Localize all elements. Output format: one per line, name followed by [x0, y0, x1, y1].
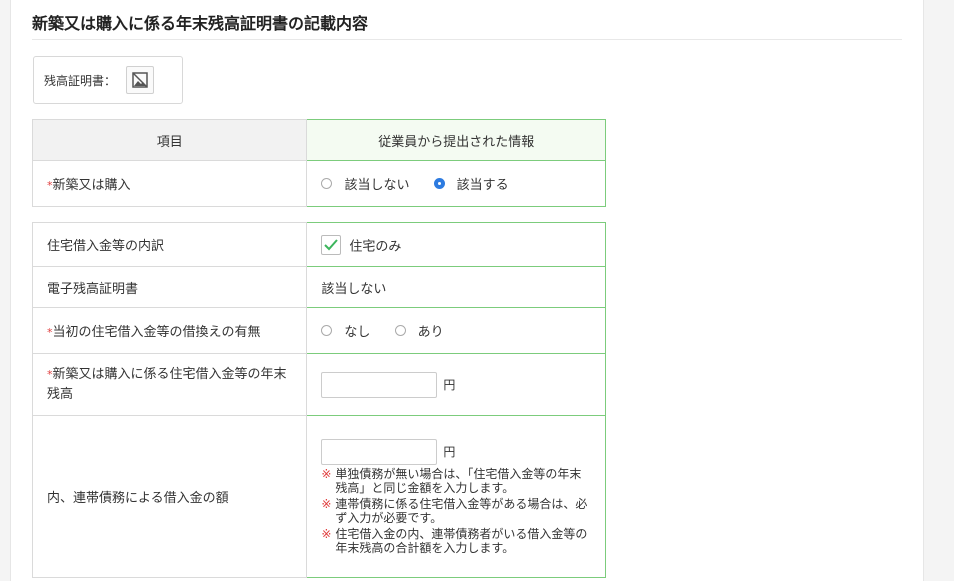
section-title: 新築又は購入に係る年末残高証明書の記載内容	[32, 14, 369, 33]
radio-circle-selected[interactable]	[433, 178, 445, 189]
checkbox-housing-only[interactable]	[321, 234, 342, 255]
header-employee-info: 従業員から提出された情報	[306, 119, 606, 161]
yen-unit: 円	[443, 378, 456, 392]
detail-table: 住宅借入金等の内訳 住宅のみ 電子残高証明書 該当しない *当初の住宅借入金等の…	[31, 222, 606, 578]
image-unavailable-icon[interactable]	[126, 66, 155, 94]
title-divider	[32, 39, 902, 40]
note-1: ※ 単独債務が無い場合は、「住宅借入金等の年末残高」と同じ金額を入力します。	[321, 466, 582, 495]
checkbox-label: 住宅のみ	[349, 239, 402, 254]
breakdown-label: 住宅借入金等の内訳	[31, 222, 308, 267]
year-end-balance-input[interactable]	[321, 371, 438, 398]
refinance-value: なし あり	[306, 307, 606, 354]
radio-circle[interactable]	[394, 325, 406, 336]
joint-debt-value: 円 ※ 単独債務が無い場合は、「住宅借入金等の年末残高」と同じ金額を入力します。 …	[306, 415, 606, 578]
electronic-cert-value: 該当しない	[306, 266, 606, 308]
row-new-or-purchase-label: *新築又は購入	[31, 160, 308, 207]
year-end-balance-value: 円	[306, 353, 606, 416]
radio-circle[interactable]	[321, 325, 333, 336]
row-new-or-purchase-value: 該当しない 該当する	[306, 160, 606, 207]
note-2: ※ 連帯債務に係る住宅借入金等がある場合は、必ず入力が必要です。	[321, 496, 588, 525]
refinance-label: *当初の住宅借入金等の借換えの有無	[31, 307, 308, 354]
radio-not-applicable[interactable]: 該当しない	[321, 174, 409, 193]
radio-none[interactable]: なし	[321, 321, 370, 340]
radio-circle[interactable]	[321, 178, 333, 189]
note-3: ※ 住宅借入金の内、連帯債務者がいる借入金等の年末残高の合計額を入力します。	[321, 526, 588, 555]
certificate-box: 残高証明書：	[33, 56, 183, 104]
checkmark-icon	[324, 238, 339, 250]
radio-yes[interactable]: あり	[394, 321, 444, 340]
status-table: 項目 従業員から提出された情報 *新築又は購入 該当しない 該当する	[31, 119, 606, 207]
year-end-balance-label: *新築又は購入に係る住宅借入金等の年末残高	[31, 353, 308, 416]
main-panel: 新築又は購入に係る年末残高証明書の記載内容 残高証明書： 項目 従業員から提出さ…	[10, 0, 924, 581]
yen-unit: 円	[443, 445, 456, 459]
header-item: 項目	[31, 119, 308, 161]
radio-applicable[interactable]: 該当する	[433, 174, 509, 193]
electronic-cert-label: 電子残高証明書	[31, 266, 308, 308]
breakdown-value: 住宅のみ	[306, 222, 606, 267]
joint-debt-input[interactable]	[321, 438, 438, 465]
joint-debt-label: 内、連帯債務による借入金の額	[31, 415, 308, 578]
certificate-label: 残高証明書：	[44, 73, 117, 88]
